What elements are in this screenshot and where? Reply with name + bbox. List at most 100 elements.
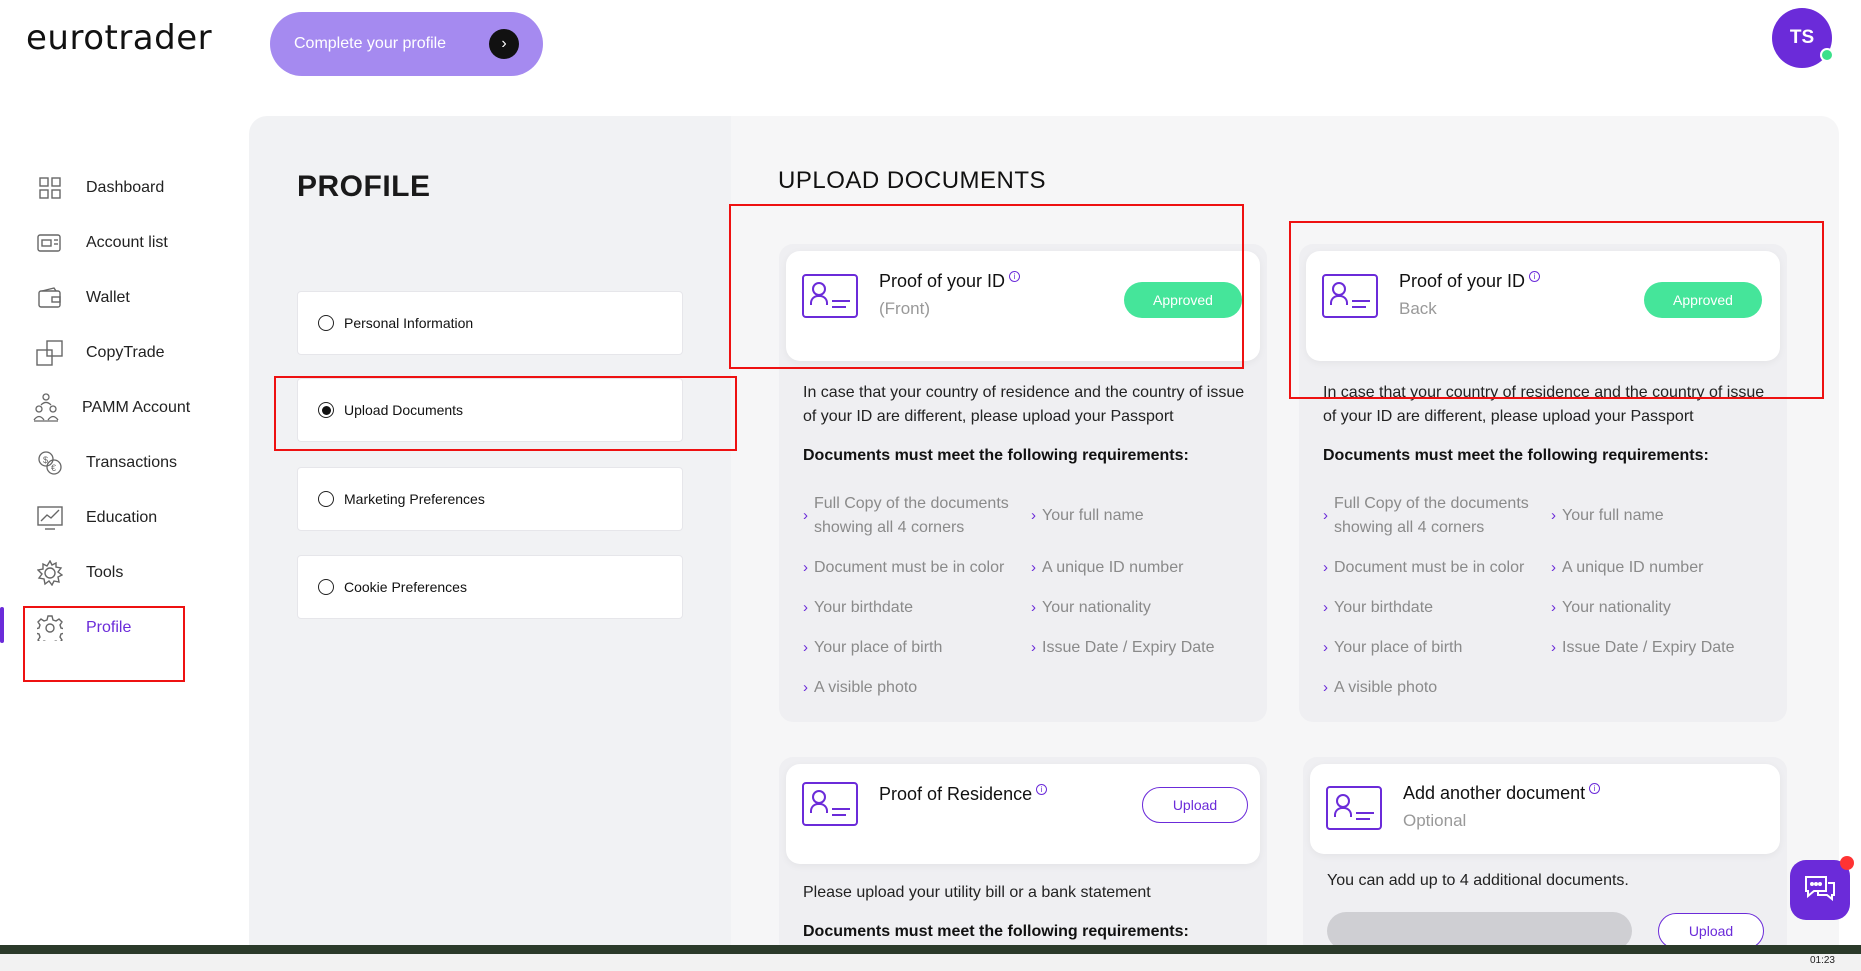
another-document-title: Add another document i: [1403, 783, 1601, 804]
account-list-icon: [36, 229, 64, 257]
chevron-right-icon: ›: [1323, 507, 1328, 524]
requirement-item: › Your full name: [1031, 504, 1144, 528]
annotation-box-profile: [23, 606, 185, 682]
sidebar-item-label: PAMM Account: [82, 399, 191, 416]
complete-profile-label: Complete your profile: [294, 35, 447, 52]
requirements-heading: Documents must meet the following requir…: [803, 447, 1189, 464]
logo[interactable]: eurotrader: [26, 18, 212, 58]
sidebar-item-tools[interactable]: Tools: [36, 553, 236, 593]
id-card-icon: [1326, 786, 1382, 830]
radio-button[interactable]: [318, 579, 334, 595]
taskbar-clock: 01:23: [1809, 955, 1835, 966]
chevron-right-icon: ›: [803, 599, 808, 616]
requirements-heading: Documents must meet the following requir…: [803, 923, 1189, 940]
residence-title: Proof of Residence i: [879, 784, 1048, 805]
avatar-initials: TS: [1789, 27, 1815, 48]
chat-button[interactable]: [1790, 856, 1854, 920]
option-personal-information[interactable]: Personal Information: [297, 291, 683, 355]
requirement-item: › A unique ID number: [1031, 556, 1183, 580]
sidebar-item-label: Education: [86, 509, 158, 526]
complete-profile-button[interactable]: Complete your profile ›: [270, 12, 543, 76]
requirement-item: › Your nationality: [1551, 596, 1671, 620]
chevron-right-icon: ›: [1323, 599, 1328, 616]
chevron-right-icon: ›: [489, 29, 519, 59]
sidebar-item-copytrade[interactable]: CopyTrade: [36, 333, 236, 373]
option-cookie-preferences[interactable]: Cookie Preferences: [297, 555, 683, 619]
profile-menu-panel: [249, 116, 731, 956]
requirement-item: › Document must be in color: [803, 556, 1004, 580]
option-label: Marketing Preferences: [344, 491, 485, 507]
chat-icon: [1803, 874, 1837, 907]
svg-text:€: €: [51, 463, 56, 473]
os-taskbar: [0, 954, 1861, 971]
requirements-heading: Documents must meet the following requir…: [1323, 447, 1709, 464]
another-upload-button[interactable]: Upload: [1658, 913, 1764, 949]
chevron-right-icon: ›: [803, 639, 808, 656]
sidebar-item-label: Account list: [86, 234, 168, 251]
sidebar-item-label: Transactions: [86, 454, 177, 471]
id-back-note-line2: of your ID are different, please upload …: [1323, 408, 1694, 425]
chevron-right-icon: ›: [803, 679, 808, 696]
annotation-box-id-front: [729, 204, 1244, 369]
requirement-item: › Your birthdate: [1323, 596, 1433, 620]
sidebar-item-education[interactable]: Education: [36, 498, 236, 538]
chevron-right-icon: ›: [803, 559, 808, 576]
chevron-right-icon: ›: [1323, 679, 1328, 696]
requirement-item: › A visible photo: [803, 676, 917, 700]
sidebar-item-transactions[interactable]: $ € Transactions: [36, 443, 236, 483]
annotation-box-upload-option: [274, 376, 737, 451]
chevron-right-icon: ›: [1031, 599, 1036, 616]
requirement-item: › Your place of birth: [803, 636, 942, 660]
id-front-note-line1: In case that your country of residence a…: [803, 384, 1245, 401]
requirement-item: › Issue Date / Expiry Date: [1031, 636, 1215, 660]
info-icon[interactable]: i: [1589, 783, 1601, 794]
requirement-item: › Full Copy of the documents showing all …: [1323, 492, 1548, 540]
section-title: UPLOAD DOCUMENTS: [778, 167, 1047, 194]
requirement-item: › Full Copy of the documents showing all …: [803, 492, 1028, 540]
requirement-item: › Your nationality: [1031, 596, 1151, 620]
residence-upload-button[interactable]: Upload: [1142, 787, 1248, 823]
chevron-right-icon: ›: [1323, 559, 1328, 576]
sidebar-item-pamm-account[interactable]: PAMM Account: [32, 388, 232, 428]
education-icon: [36, 504, 64, 532]
chevron-right-icon: ›: [1551, 599, 1556, 616]
another-document-note: You can add up to 4 additional documents…: [1327, 872, 1629, 889]
sidebar-item-wallet[interactable]: Wallet: [36, 278, 236, 318]
id-card-icon: [802, 782, 858, 826]
page-title: PROFILE: [297, 170, 431, 203]
chevron-right-icon: ›: [1031, 507, 1036, 524]
grid-icon: [36, 174, 64, 202]
annotation-box-id-back: [1289, 221, 1824, 399]
chevron-right-icon: ›: [803, 507, 808, 524]
active-indicator: [0, 607, 4, 643]
pamm-icon: [32, 393, 60, 422]
chevron-right-icon: ›: [1551, 639, 1556, 656]
notification-dot: [1840, 856, 1854, 870]
requirement-item: › A visible photo: [1323, 676, 1437, 700]
requirement-item: › Your birthdate: [803, 596, 913, 620]
sidebar-item-label: CopyTrade: [86, 344, 165, 361]
chevron-right-icon: ›: [1323, 639, 1328, 656]
requirement-item: › Document must be in color: [1323, 556, 1524, 580]
radio-button[interactable]: [318, 315, 334, 331]
id-front-note-line2: of your ID are different, please upload …: [803, 408, 1174, 425]
chevron-right-icon: ›: [1551, 559, 1556, 576]
wallet-icon: [36, 284, 64, 312]
sidebar-item-dashboard[interactable]: Dashboard: [36, 168, 236, 208]
requirement-item: › Issue Date / Expiry Date: [1551, 636, 1735, 660]
requirement-item: › A unique ID number: [1551, 556, 1703, 580]
radio-button[interactable]: [318, 491, 334, 507]
sidebar-item-label: Tools: [86, 564, 124, 581]
chevron-right-icon: ›: [1551, 507, 1556, 524]
info-icon[interactable]: i: [1036, 784, 1048, 795]
another-document-subtitle: Optional: [1403, 811, 1467, 830]
option-marketing-preferences[interactable]: Marketing Preferences: [297, 467, 683, 531]
sidebar-item-account-list[interactable]: Account list: [36, 223, 236, 263]
tools-icon: [36, 559, 64, 587]
chevron-right-icon: ›: [1031, 559, 1036, 576]
requirement-item: › Your full name: [1551, 504, 1664, 528]
chevron-right-icon: ›: [1031, 639, 1036, 656]
requirement-item: › Your place of birth: [1323, 636, 1462, 660]
avatar[interactable]: TS: [1772, 8, 1834, 68]
online-status-dot: [1820, 48, 1834, 62]
